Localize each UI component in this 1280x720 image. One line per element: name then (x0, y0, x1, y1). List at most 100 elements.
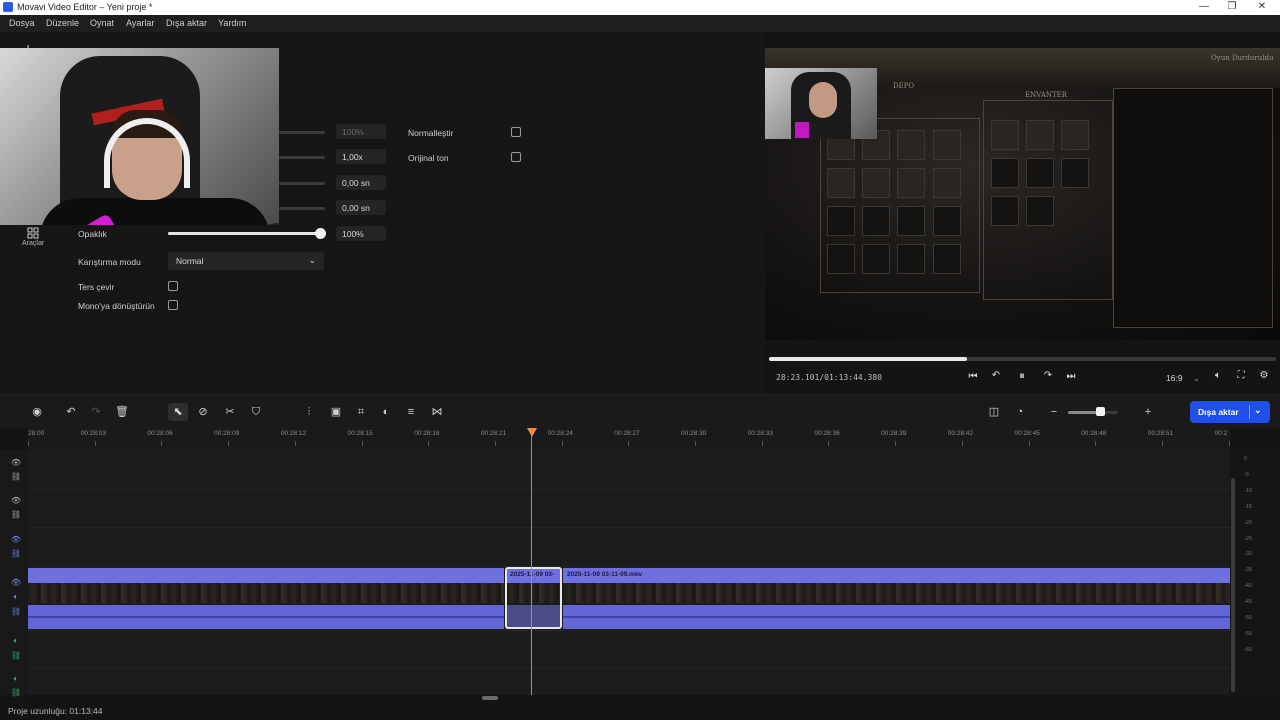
redo-icon[interactable]: ↷ (89, 405, 103, 419)
original-tone-checkbox[interactable] (511, 152, 521, 162)
vertical-scrollbar[interactable] (1231, 478, 1235, 692)
mono-checkbox[interactable] (168, 300, 178, 310)
link-icon[interactable]: ⛓︎ (10, 651, 22, 660)
fade-out-value[interactable]: 0,00 sn (336, 200, 386, 215)
menu-export[interactable]: Dışa aktar (166, 18, 207, 28)
aspect-ratio-select[interactable]: 16:9 ⌄ (1166, 373, 1200, 384)
timeline-ruler[interactable]: 28:00 00:28:03 00:28:06 00:28:09 00:28:12 00:… (28, 428, 1230, 450)
chevron-down-icon[interactable]: ⌄ (1254, 405, 1262, 416)
blend-mode-label: Karıştırma modu (78, 257, 141, 267)
rate-value[interactable]: 1,00x (336, 149, 386, 164)
fullscreen-icon[interactable]: ⛶ (1234, 370, 1248, 381)
mute-clip-icon[interactable]: ⊘ (196, 405, 210, 419)
record-icon[interactable]: ◉ (30, 405, 44, 419)
fade-in-slider[interactable] (279, 182, 325, 185)
link-icon[interactable]: ⛓︎ (10, 510, 22, 519)
video-preview[interactable]: Oyun Durduruldu DEPO ENVANTER (765, 48, 1280, 340)
rate-slider[interactable] (279, 156, 325, 159)
undo-seek-icon[interactable]: ↶ (989, 370, 1003, 381)
speaker-icon[interactable]: 🔈︎ (10, 674, 22, 684)
zoom-in-icon[interactable]: + (1141, 405, 1155, 419)
link-icon[interactable]: ⛓︎ (10, 607, 22, 616)
delete-icon[interactable]: 🗑︎ (115, 405, 129, 419)
color-adjust-icon[interactable]: ◐ (379, 405, 393, 419)
eye-icon[interactable]: 👁︎ (10, 496, 22, 505)
selected-clip-outline[interactable] (505, 567, 562, 629)
opacity-slider[interactable] (168, 232, 320, 235)
link-icon[interactable]: ⛓︎ (10, 472, 22, 481)
magnet-icon[interactable]: ◔ (1013, 405, 1027, 419)
reverse-checkbox[interactable] (168, 281, 178, 291)
crop-icon[interactable]: ⌗ (354, 405, 368, 419)
audio-detach-icon[interactable]: ◫ (987, 405, 1001, 419)
meter-label: -55 (1244, 630, 1252, 637)
menu-edit[interactable]: Düzenle (46, 18, 79, 28)
opacity-knob[interactable] (315, 228, 326, 239)
cut-icon[interactable]: ✂ (223, 405, 237, 419)
link-icon[interactable]: ⛓︎ (10, 688, 22, 697)
fade-in-value[interactable]: 0,00 sn (336, 175, 386, 190)
ruler-tick-label: 00:28:36 (814, 430, 840, 437)
motion-tracking-icon[interactable]: ▣ (329, 405, 343, 419)
speaker-icon[interactable]: 🔈︎ (10, 592, 22, 602)
split-audio-icon[interactable]: ⫶ (302, 405, 316, 419)
volume-icon[interactable]: 🔈︎ (1211, 370, 1225, 381)
speed-value[interactable]: 100% (336, 124, 386, 139)
export-button[interactable]: Dışa aktar ⌄ (1190, 401, 1270, 423)
meter-label: 0 (1244, 456, 1248, 462)
ruler-tick-label: 00:28:12 (280, 430, 307, 437)
clip-header-left[interactable] (28, 568, 504, 583)
tools-grid-icon[interactable] (27, 227, 39, 239)
undo-icon[interactable]: ↶ (64, 405, 78, 419)
menu-help[interactable]: Yardım (218, 18, 246, 28)
zoom-slider[interactable] (1068, 411, 1118, 414)
eye-icon[interactable]: 👁︎ (10, 535, 22, 544)
pause-icon[interactable]: ⏸ (1015, 370, 1029, 383)
link-icon[interactable]: ⛓︎ (10, 549, 22, 558)
transition-icon[interactable]: ⋈ (430, 405, 444, 419)
main-clip-header[interactable]: 2025-11-09 03-11-09.mkv (563, 568, 1230, 583)
select-cursor-icon[interactable]: ⬉ (168, 403, 188, 421)
ruler-tick-label: 00:28:42 (947, 430, 974, 437)
main-clip-thumbnails[interactable] (563, 583, 1230, 603)
normalize-checkbox[interactable] (511, 127, 521, 137)
ruler-tick (94, 441, 96, 446)
eye-icon[interactable]: 👁︎ (10, 458, 22, 467)
meter-label: -50 (1244, 615, 1252, 621)
clip-properties-icon[interactable]: ≡ (404, 405, 418, 419)
clip-thumbnails-left[interactable] (28, 583, 504, 603)
speaker-icon[interactable]: 🔈︎ (10, 636, 22, 646)
menu-file[interactable]: Dosya (9, 18, 35, 28)
meter-label: -60 (1244, 646, 1252, 653)
fade-out-slider[interactable] (279, 207, 325, 210)
meter-label: -35 (1244, 567, 1252, 574)
main-clip-audio[interactable] (563, 605, 1230, 629)
ruler-tick-label: 00:28:27 (614, 430, 640, 437)
ruler-tick (895, 441, 897, 446)
zoom-out-icon[interactable]: − (1047, 405, 1061, 419)
menu-settings[interactable]: Ayarlar (126, 18, 154, 28)
skip-forward-icon[interactable]: ⏭ (1064, 371, 1078, 382)
playhead-handle[interactable] (527, 428, 537, 437)
tools-label[interactable]: Araçlar (22, 240, 44, 247)
opacity-value[interactable]: 100% (336, 226, 386, 241)
clip-audio-left[interactable] (28, 605, 504, 629)
close-button[interactable]: ✕ (1252, 1, 1272, 12)
zoom-knob[interactable] (1096, 407, 1105, 416)
ruler-tick (161, 441, 163, 446)
minimize-button[interactable]: — (1194, 1, 1214, 12)
blend-mode-dropdown[interactable]: Normal ⌄ (168, 252, 324, 270)
maximize-button[interactable]: ❐ (1222, 1, 1242, 12)
menu-play[interactable]: Oynat (90, 18, 114, 28)
eye-icon[interactable]: 👁︎ (10, 578, 22, 587)
settings-icon[interactable]: ⚙ (1257, 370, 1271, 381)
window-title: Movavi Video Editor – Yeni proje * (17, 2, 153, 12)
skip-back-icon[interactable]: ⏮ (966, 371, 980, 382)
speed-slider[interactable] (279, 131, 325, 134)
ruler-tick-label: 00:28:03 (80, 430, 106, 437)
marker-icon[interactable]: ⛉ (249, 405, 263, 419)
playback-progress-bar[interactable] (769, 357, 1276, 361)
playhead-line[interactable] (531, 428, 532, 695)
redo-seek-icon[interactable]: ↷ (1041, 370, 1055, 381)
scene-inventory-text: ENVANTER (1025, 91, 1068, 99)
